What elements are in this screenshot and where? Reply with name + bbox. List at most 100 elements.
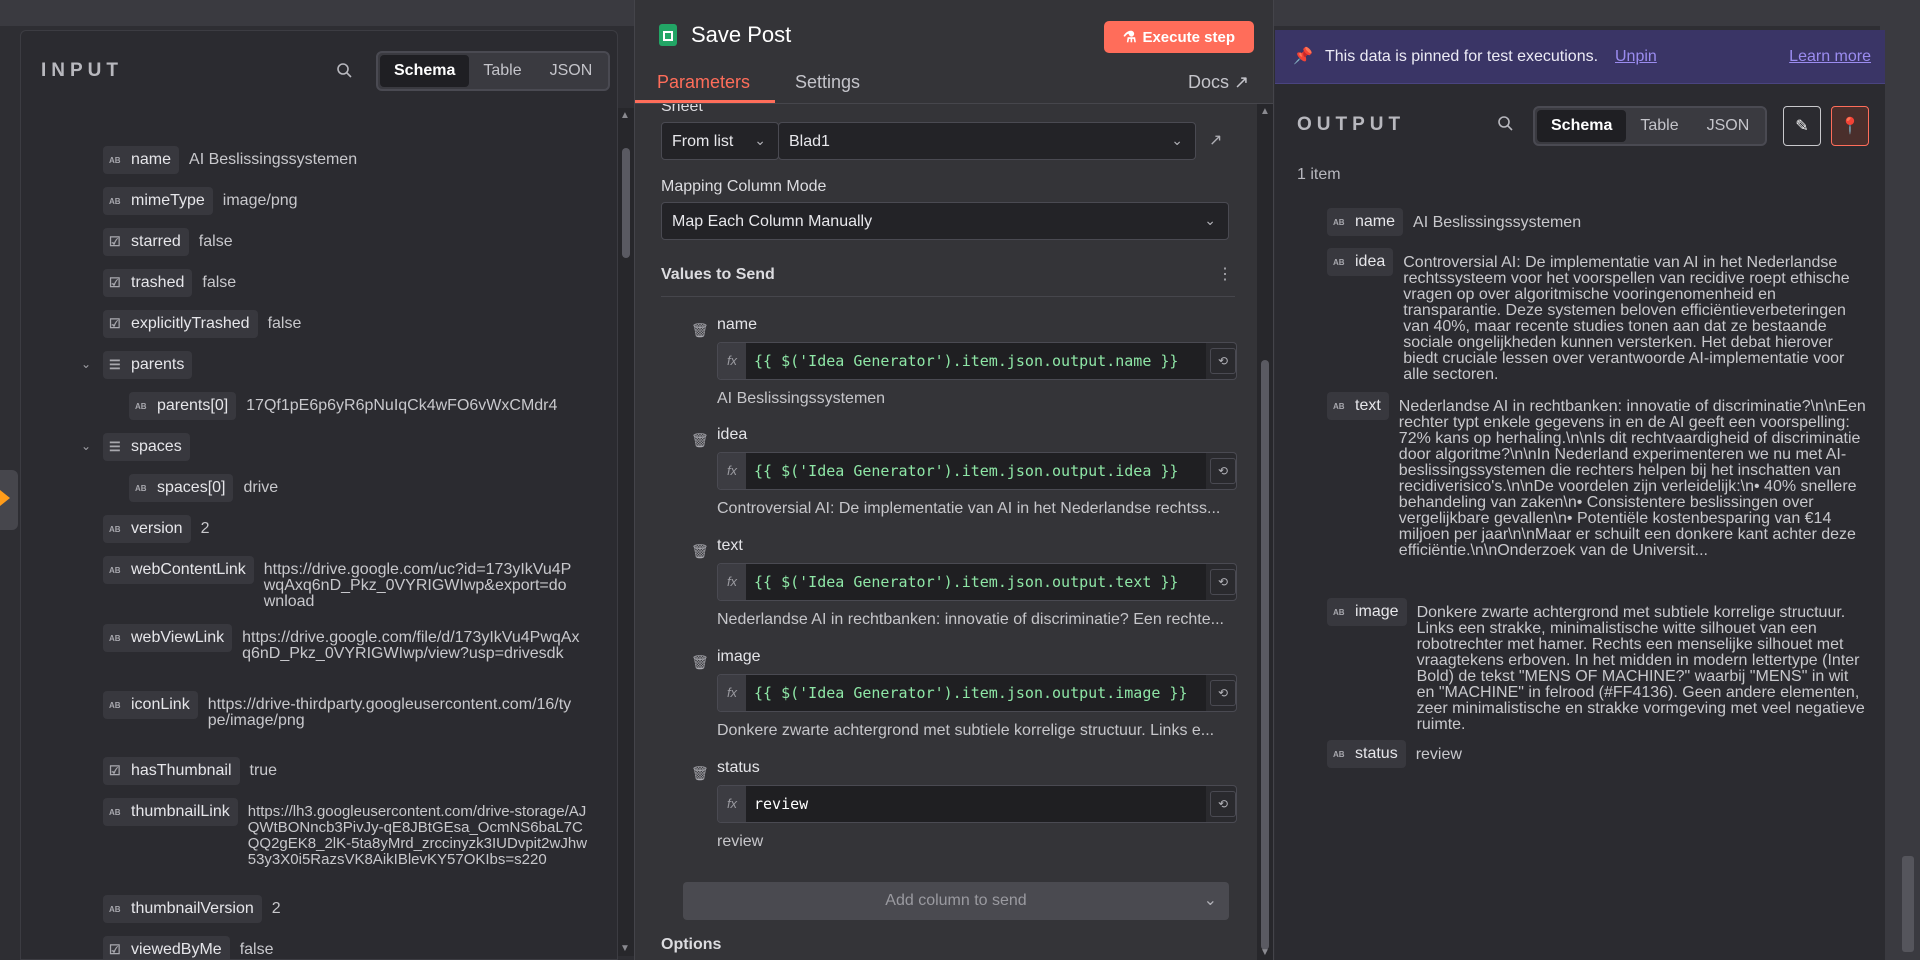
schema-key-pill[interactable]: AB status — [1327, 740, 1406, 768]
input-tab-json[interactable]: JSON — [536, 55, 607, 87]
unpin-link[interactable]: Unpin — [1615, 48, 1657, 66]
column-value-input[interactable]: fx review ⟲ — [717, 785, 1237, 823]
schema-key-pill[interactable]: AB webViewLink — [103, 624, 233, 652]
sheet-label: Sheet — [661, 104, 703, 115]
trash-icon[interactable]: 🗑 — [691, 432, 709, 449]
trash-icon[interactable]: 🗑 — [691, 543, 709, 560]
schema-key-pill[interactable]: AB thumbnailLink — [103, 798, 238, 826]
node-tabs: Parameters Settings — [635, 62, 1273, 104]
schema-key-pill[interactable]: ☑ starred — [103, 228, 189, 256]
schema-key-pill[interactable]: ☑ hasThumbnail — [103, 757, 240, 785]
execute-step-button[interactable]: ⚗ Execute step — [1104, 21, 1254, 53]
trash-icon[interactable]: 🗑 — [691, 322, 709, 339]
pin-data-button[interactable]: 📍 — [1831, 106, 1869, 146]
trash-icon[interactable]: 🗑 — [691, 654, 709, 671]
scroll-up-icon[interactable]: ▲ — [1260, 106, 1270, 117]
expression-value: {{ $('Idea Generator').item.json.output.… — [746, 453, 1206, 489]
pin-icon: 📌 — [1293, 48, 1313, 65]
schema-row: ☑ trashed false — [103, 269, 236, 297]
schema-key-pill[interactable]: AB thumbnailVersion — [103, 895, 262, 923]
schema-key: parents[0] — [157, 397, 229, 414]
reset-icon[interactable]: ⟲ — [1210, 680, 1236, 706]
fx-icon: fx — [718, 675, 746, 711]
input-scrollbar[interactable]: ▲ ▼ — [618, 108, 634, 956]
schema-key-pill[interactable]: AB name — [103, 146, 180, 174]
schema-key-pill[interactable]: AB name — [1327, 208, 1404, 236]
column-name-label: idea — [717, 426, 748, 443]
fx-icon: fx — [718, 343, 746, 379]
column-value: review — [746, 786, 1206, 822]
schema-key-pill[interactable]: AB image — [1327, 598, 1407, 626]
string-type-icon: AB — [109, 700, 121, 710]
schema-row: ☑ explicitlyTrashed false — [103, 310, 301, 338]
sheet-mode-select[interactable]: From list ⌄ — [661, 122, 779, 160]
schema-key-pill[interactable]: AB parents[0] — [129, 392, 237, 420]
scroll-up-icon[interactable]: ▲ — [620, 110, 630, 121]
schema-key: spaces[0] — [157, 479, 226, 496]
chevron-down-icon: ⌄ — [1204, 212, 1216, 228]
scroll-down-icon[interactable]: ▼ — [1260, 947, 1270, 958]
output-tab-schema[interactable]: Schema — [1537, 110, 1627, 142]
schema-key-pill[interactable]: AB mimeType — [103, 187, 213, 215]
schema-key-pill[interactable]: AB version — [103, 515, 191, 543]
schema-key-pill[interactable]: ☑ trashed — [103, 269, 193, 297]
schema-key: starred — [131, 233, 181, 250]
reset-icon[interactable]: ⟲ — [1210, 348, 1236, 374]
input-scroll-thumb[interactable] — [622, 148, 630, 258]
search-icon[interactable] — [331, 57, 359, 85]
canvas-node-handle[interactable] — [0, 470, 18, 530]
edit-output-button[interactable]: ✎ — [1783, 106, 1821, 146]
tab-settings[interactable]: Settings — [795, 72, 860, 93]
column-name-label: name — [717, 316, 758, 333]
trash-icon[interactable]: 🗑 — [691, 765, 709, 782]
learn-more-link[interactable]: Learn more — [1789, 48, 1871, 66]
schema-key-pill[interactable]: AB webContentLink — [103, 556, 254, 584]
docs-link[interactable]: Docs ↗ — [1188, 72, 1249, 93]
schema-key-pill[interactable]: AB iconLink — [103, 691, 198, 719]
reset-icon[interactable]: ⟲ — [1210, 569, 1236, 595]
scroll-down-icon[interactable]: ▼ — [620, 943, 630, 954]
column-expression-input[interactable]: fx {{ $('Idea Generator').item.json.outp… — [717, 563, 1237, 601]
mapping-mode-select[interactable]: Map Each Column Manually ⌄ — [661, 202, 1229, 240]
schema-value: https://lh3.googleusercontent.com/drive-… — [247, 803, 588, 868]
input-tab-table[interactable]: Table — [469, 55, 535, 87]
column-expression-input[interactable]: fx {{ $('Idea Generator').item.json.outp… — [717, 342, 1237, 380]
string-type-icon: AB — [109, 633, 121, 643]
schema-key-pill[interactable]: AB idea — [1327, 248, 1394, 276]
add-column-button[interactable]: Add column to send ⌄ — [683, 882, 1229, 920]
column-expression-input[interactable]: fx {{ $('Idea Generator').item.json.outp… — [717, 674, 1237, 712]
schema-key-pill[interactable]: AB text — [1327, 392, 1389, 420]
node-title[interactable]: Save Post — [691, 22, 791, 48]
schema-key-pill[interactable]: ☑ viewedByMe — [103, 936, 230, 959]
reset-icon[interactable]: ⟲ — [1210, 458, 1236, 484]
string-type-icon: AB — [1333, 217, 1345, 227]
schema-key: webViewLink — [131, 629, 225, 646]
string-type-icon: AB — [1333, 607, 1345, 617]
parameters-scrollbar[interactable]: ▲ ▼ — [1257, 104, 1273, 960]
schema-key-pill[interactable]: AB spaces[0] — [129, 474, 234, 502]
reset-icon[interactable]: ⟲ — [1210, 791, 1236, 817]
chevron-down-icon[interactable]: ⌄ — [81, 357, 97, 371]
column-name-label: image — [717, 648, 761, 665]
tab-parameters[interactable]: Parameters — [657, 72, 750, 93]
canvas-scrollbar[interactable] — [1902, 856, 1914, 952]
schema-key-pill[interactable]: ☰ spaces — [103, 433, 190, 461]
sheet-select[interactable]: Blad1 ⌄ — [778, 122, 1196, 160]
docs-label: Docs — [1188, 72, 1230, 92]
open-sheet-icon[interactable]: ↗ — [1209, 130, 1222, 150]
schema-key-pill[interactable]: ☑ explicitlyTrashed — [103, 310, 258, 338]
schema-value: 17Qf1pE6p6yR6pNuIqCk4wFO6vWxCMdr4 — [246, 397, 558, 414]
output-tab-json[interactable]: JSON — [1693, 110, 1764, 142]
schema-key: mimeType — [131, 192, 205, 209]
parameters-scroll-thumb[interactable] — [1261, 360, 1269, 950]
more-options-icon[interactable]: ⋮ — [1217, 264, 1233, 284]
boolean-type-icon: ☑ — [109, 316, 121, 331]
input-tab-schema[interactable]: Schema — [380, 55, 470, 87]
expression-preview: Donkere zwarte achtergrond met subtiele … — [717, 722, 1215, 739]
column-expression-input[interactable]: fx {{ $('Idea Generator').item.json.outp… — [717, 452, 1237, 490]
output-tab-table[interactable]: Table — [1626, 110, 1692, 142]
schema-key-pill[interactable]: ☰ parents — [103, 351, 193, 379]
chevron-down-icon[interactable]: ⌄ — [81, 439, 97, 453]
column-name-label: status — [717, 759, 760, 776]
search-icon[interactable] — [1492, 110, 1520, 138]
